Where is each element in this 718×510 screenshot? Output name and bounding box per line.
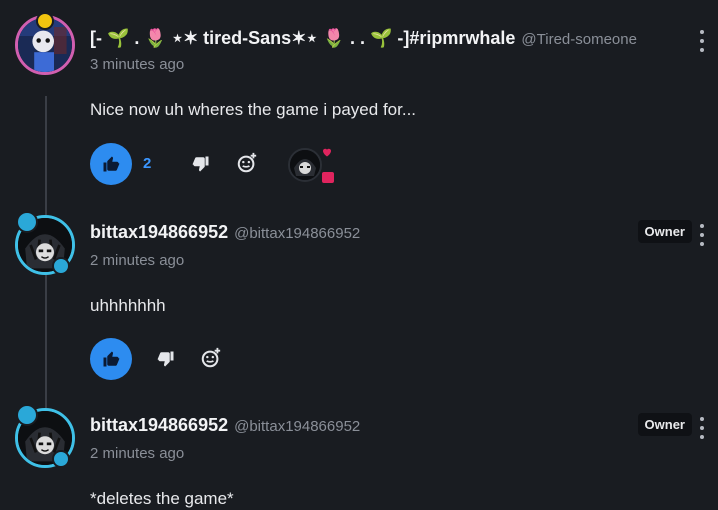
reactor-avatar[interactable] (288, 148, 322, 182)
user-handle[interactable]: @bittax194866952 (234, 418, 360, 435)
dislike-button[interactable] (190, 153, 212, 175)
comment: bittax194866952 @bittax194866952 Owner 2… (0, 195, 718, 390)
chat-bubble-icon (322, 172, 334, 183)
kebab-menu-icon[interactable] (696, 224, 708, 246)
timestamp: 3 minutes ago (90, 56, 185, 73)
blue-badge-icon (52, 257, 70, 275)
comment-text: *deletes the game* (90, 489, 234, 508)
heart-icon (323, 148, 331, 157)
blue-badge-icon (16, 211, 38, 233)
comment-header: [- 🌱 . 🌷 ⋆✶ tired-Sans✶⋆ 🌷 . . 🌱 -]#ripm… (90, 28, 637, 49)
add-reaction-icon (237, 152, 257, 173)
owner-badge: Owner (637, 413, 692, 436)
add-reaction-button[interactable] (200, 347, 222, 369)
flower-badge-icon (36, 12, 54, 30)
like-button[interactable] (90, 143, 132, 185)
owner-badge: Owner (637, 220, 692, 243)
username[interactable]: bittax194866952 (90, 222, 228, 243)
like-count: 2 (143, 155, 152, 172)
add-reaction-button[interactable] (236, 152, 258, 174)
comment: bittax194866952 @bittax194866952 Owner 2… (0, 390, 718, 510)
kebab-menu-icon[interactable] (696, 417, 708, 439)
comment: [- 🌱 . 🌷 ⋆✶ tired-Sans✶⋆ 🌷 . . 🌱 -]#ripm… (0, 0, 718, 195)
like-button[interactable] (90, 338, 132, 380)
thumbs-up-icon (103, 156, 120, 172)
user-handle[interactable]: @Tired-someone (521, 31, 637, 48)
reactor-avatar-image (290, 150, 320, 180)
dislike-button[interactable] (155, 348, 177, 370)
user-handle[interactable]: @bittax194866952 (234, 225, 360, 242)
blue-badge-icon (52, 450, 70, 468)
username[interactable]: bittax194866952 (90, 415, 228, 436)
blue-badge-icon (16, 404, 38, 426)
timestamp: 2 minutes ago (90, 252, 185, 269)
add-reaction-icon (201, 347, 221, 368)
thumbs-up-icon (103, 351, 120, 367)
comment-text: Nice now uh wheres the game i payed for.… (90, 100, 417, 119)
username[interactable]: [- 🌱 . 🌷 ⋆✶ tired-Sans✶⋆ 🌷 . . 🌱 -]#ripm… (90, 28, 515, 49)
comment-text: uhhhhhhh (90, 296, 166, 315)
thumbs-down-icon (192, 156, 209, 172)
kebab-menu-icon[interactable] (696, 30, 708, 52)
timestamp: 2 minutes ago (90, 445, 185, 462)
comment-header: bittax194866952 @bittax194866952 (90, 415, 360, 436)
thumbs-down-icon (157, 351, 174, 367)
comment-header: bittax194866952 @bittax194866952 (90, 222, 360, 243)
